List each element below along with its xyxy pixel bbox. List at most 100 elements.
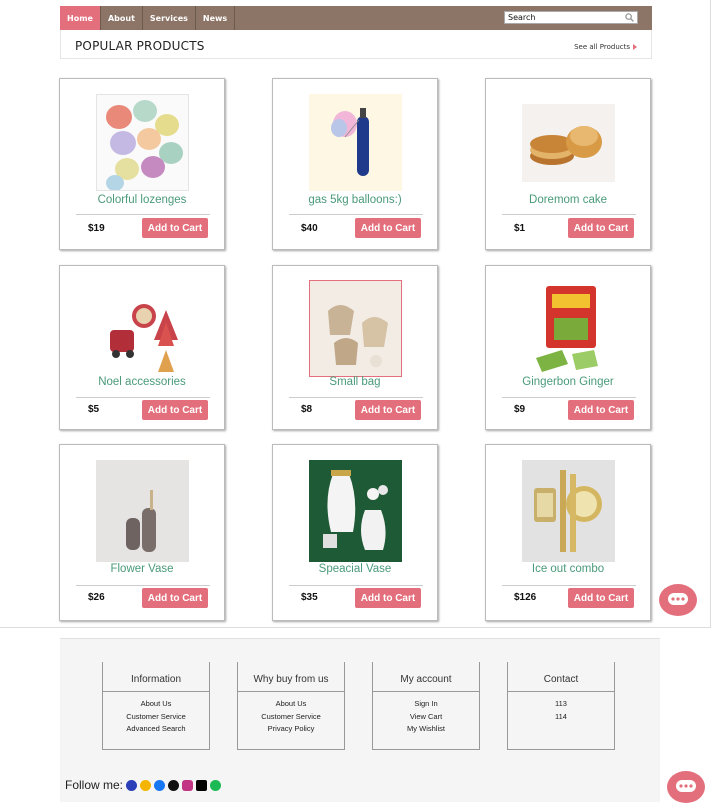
footer-link[interactable]: Customer Service [238,711,344,724]
divider [76,214,210,215]
product-name[interactable]: Ice out combo [486,563,650,575]
facebook-icon[interactable] [154,779,166,791]
top-navbar: Home About Services News [60,6,652,30]
nav-services[interactable]: Services [143,6,196,30]
product-image-balloons[interactable] [309,94,402,191]
footer-column-title: Contact [543,674,579,685]
divider [238,691,344,692]
add-to-cart-button[interactable]: Add to Cart [568,588,634,608]
page-container: Home About Services News POPULAR PRODUCT… [0,0,711,628]
footer-link[interactable]: About Us [103,698,209,711]
product-image-gingerbon[interactable] [522,280,615,377]
divider [289,397,423,398]
footer-column-why-buy: Why buy from us About Us Customer Servic… [237,662,345,750]
github-icon[interactable] [168,779,180,791]
add-to-cart-button[interactable]: Add to Cart [142,588,208,608]
product-price: $8 [301,404,313,415]
product-image-small-bag[interactable] [309,280,402,377]
search-box [504,11,638,24]
add-to-cart-button[interactable]: Add to Cart [355,400,421,420]
product-image-special-vase[interactable] [309,460,402,562]
nav-about[interactable]: About [101,6,143,30]
add-to-cart-button[interactable]: Add to Cart [568,400,634,420]
instagram-icon[interactable] [182,779,194,791]
chat-bubble-icon [676,780,696,792]
product-price: $19 [88,223,105,234]
messenger-icon[interactable] [126,779,138,791]
chat-button[interactable] [659,584,697,616]
divider [76,397,210,398]
footer-link[interactable]: Sign In [373,698,479,711]
product-name[interactable]: Doremom cake [486,194,650,206]
footer-column-title: My account [400,674,452,685]
product-card: Ice out combo $126 Add to Cart [485,444,651,621]
divider [76,585,210,586]
product-card: Flower Vase $26 Add to Cart [59,444,225,621]
divider [508,691,614,692]
chat-button-bottom[interactable] [667,771,705,803]
footer-column-contact: Contact 113 114 [507,662,615,750]
divider [502,214,636,215]
product-price: $35 [301,592,318,603]
product-price: $40 [301,223,318,234]
footer-link[interactable]: Privacy Policy [238,723,344,736]
tiktok-icon[interactable] [196,779,208,791]
footer-link[interactable]: My Wishlist [373,723,479,736]
footer-link[interactable]: View Cart [373,711,479,724]
add-to-cart-button[interactable]: Add to Cart [568,218,634,238]
product-price: $1 [514,223,526,234]
footer-column-title: Why buy from us [253,674,329,685]
add-to-cart-button[interactable]: Add to Cart [355,218,421,238]
footer-column-information: Information About Us Customer Service Ad… [102,662,210,750]
footer-column-my-account: My account Sign In View Cart My Wishlist [372,662,480,750]
coin-icon[interactable] [140,779,152,791]
product-name[interactable]: gas 5kg balloons:) [273,194,437,206]
footer-link[interactable]: Customer Service [103,711,209,724]
see-all-label: See all Products [574,43,630,51]
add-to-cart-button[interactable]: Add to Cart [355,588,421,608]
nav-home[interactable]: Home [60,6,101,30]
product-price: $26 [88,592,105,603]
divider [502,585,636,586]
add-to-cart-button[interactable]: Add to Cart [142,400,208,420]
section-title: POPULAR PRODUCTS [75,39,205,53]
product-card: Speacial Vase $35 Add to Cart [272,444,438,621]
product-price: $5 [88,404,100,415]
footer-contact-item: 113 [555,699,567,708]
product-card: Small bag $8 Add to Cart [272,265,438,430]
product-image-ice-out-combo[interactable] [522,460,615,562]
product-image-noel[interactable] [96,280,189,377]
add-to-cart-button[interactable]: Add to Cart [142,218,208,238]
arrow-right-icon [633,44,637,50]
product-image-cake[interactable] [522,104,615,182]
nav-news[interactable]: News [196,6,236,30]
search-icon[interactable] [623,12,636,23]
product-card: Colorful lozenges $19 Add to Cart [59,78,225,250]
divider [373,691,479,692]
product-name[interactable]: Gingerbon Ginger [486,376,650,388]
product-name[interactable]: Speacial Vase [273,563,437,575]
product-name[interactable]: Flower Vase [60,563,224,575]
search-input[interactable] [505,12,623,23]
product-name[interactable]: Colorful lozenges [60,194,224,206]
product-price: $126 [514,592,537,603]
divider [103,691,209,692]
see-all-products-link[interactable]: See all Products [574,43,637,51]
product-name[interactable]: Small bag [273,376,437,388]
spotify-icon[interactable] [210,779,222,791]
divider [502,397,636,398]
footer-column-title: Information [130,674,182,685]
popular-products-header: POPULAR PRODUCTS See all Products [60,30,652,59]
footer-link[interactable]: Advanced Search [103,723,209,736]
footer-contact-item: 114 [555,711,567,721]
product-card: Gingerbon Ginger $9 Add to Cart [485,265,651,430]
footer-link[interactable]: About Us [238,698,344,711]
product-image-flower-vase[interactable] [96,460,189,562]
chat-bubble-icon [668,593,688,605]
divider [289,585,423,586]
follow-label: Follow me: [65,778,124,792]
product-image-lozenges[interactable] [96,94,189,191]
product-name[interactable]: Noel accessories [60,376,224,388]
product-card: Doremom cake $1 Add to Cart [485,78,651,250]
follow-me-row: Follow me: [65,778,222,792]
